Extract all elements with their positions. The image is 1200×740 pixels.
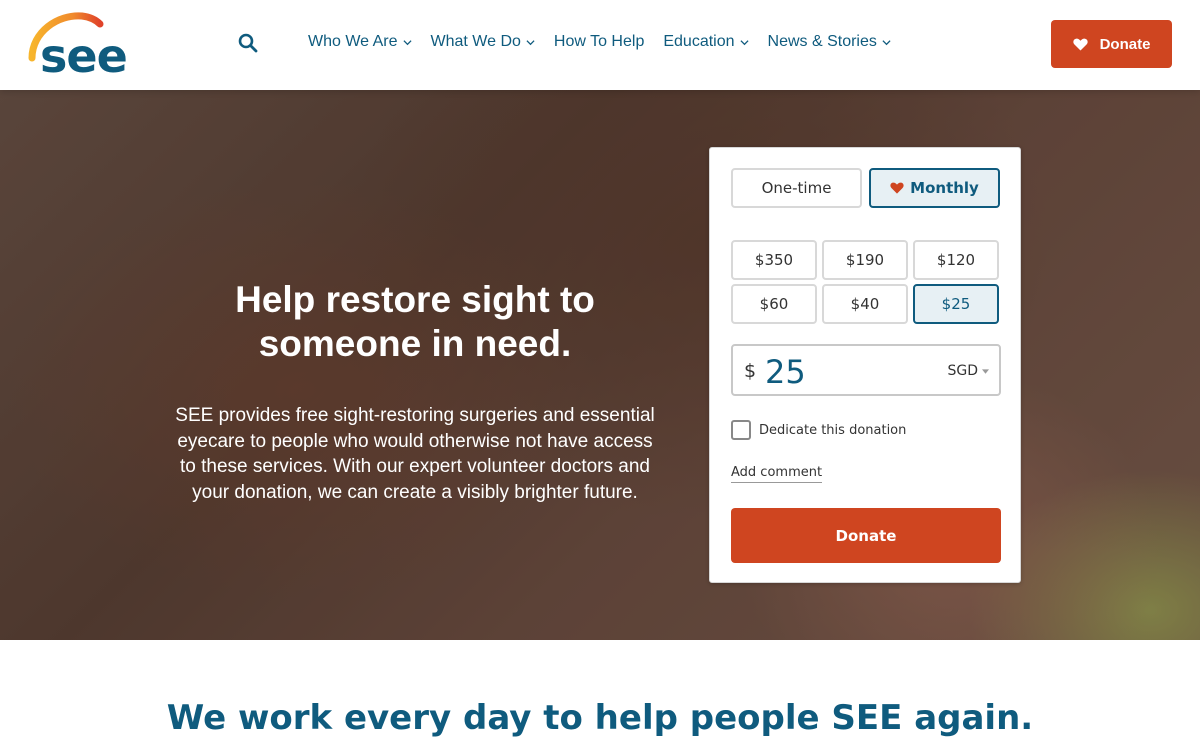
amount-option-60[interactable]: $60 (731, 284, 817, 324)
hero-description: SEE provides free sight-restoring surger… (175, 405, 655, 503)
svg-text:see: see (40, 29, 127, 76)
nav-education[interactable]: Education (663, 33, 749, 51)
heart-icon (890, 182, 904, 194)
frequency-toggle: One-time Monthly (731, 168, 1000, 208)
hero-title: Help restore sight to someone in need. (235, 279, 595, 364)
nav-label: How To Help (553, 33, 645, 50)
nav-how-to-help[interactable]: How To Help (554, 33, 644, 51)
monthly-button[interactable]: Monthly (869, 168, 1000, 208)
nav-label: What We Do (430, 33, 521, 50)
nav-news-stories[interactable]: News & Stories (768, 33, 891, 51)
amount-option-350[interactable]: $350 (731, 240, 817, 280)
amount-options: $350 $190 $120 $60 $40 $25 (731, 240, 999, 324)
heart-icon (1072, 38, 1088, 51)
header-donate-button[interactable]: Donate (1051, 20, 1172, 68)
frequency-label: One-time (761, 179, 832, 197)
amount-option-190[interactable]: $190 (822, 240, 908, 280)
currency-label: SGD (947, 363, 978, 379)
caret-down-icon (982, 368, 989, 374)
add-comment-link[interactable]: Add comment (731, 465, 823, 483)
chevron-down-icon (526, 39, 535, 45)
main-nav: Who We Are What We Do How To Help Educat… (308, 33, 910, 51)
chevron-down-icon (402, 39, 412, 45)
dedicate-checkbox[interactable] (731, 420, 751, 440)
one-time-button[interactable]: One-time (731, 168, 862, 208)
currency-select[interactable]: SGD (947, 363, 989, 379)
dedicate-label: Dedicate this donation (759, 422, 907, 438)
currency-symbol: $ (744, 360, 757, 382)
frequency-label: Monthly (910, 179, 979, 197)
donate-submit-button[interactable]: Donate (731, 508, 1001, 563)
donate-label: Donate (1099, 35, 1151, 53)
nav-label: Who We Are (308, 33, 398, 50)
search-icon[interactable] (238, 33, 260, 55)
nav-what-we-do[interactable]: What We Do (431, 33, 535, 51)
see-logo[interactable]: see (28, 12, 138, 83)
nav-label: Education (663, 33, 735, 50)
section-heading: We work every day to help people SEE aga… (166, 698, 1034, 738)
chevron-down-icon (739, 39, 749, 45)
dedicate-option[interactable]: Dedicate this donation (731, 420, 906, 440)
nav-who-we-are[interactable]: Who We Are (308, 33, 412, 51)
amount-value[interactable]: 25 (765, 353, 806, 391)
chevron-down-icon (882, 39, 891, 45)
amount-option-120[interactable]: $120 (913, 240, 999, 280)
donation-form: One-time Monthly $350 $190 $120 $60 $40 … (709, 147, 1021, 583)
amount-option-25[interactable]: $25 (913, 284, 999, 324)
amount-input[interactable]: $ 25 SGD (731, 344, 1001, 396)
nav-label: News & Stories (767, 33, 877, 50)
site-header: see Who We Are What We Do How To Help Ed… (0, 0, 1200, 90)
amount-option-40[interactable]: $40 (822, 284, 908, 324)
